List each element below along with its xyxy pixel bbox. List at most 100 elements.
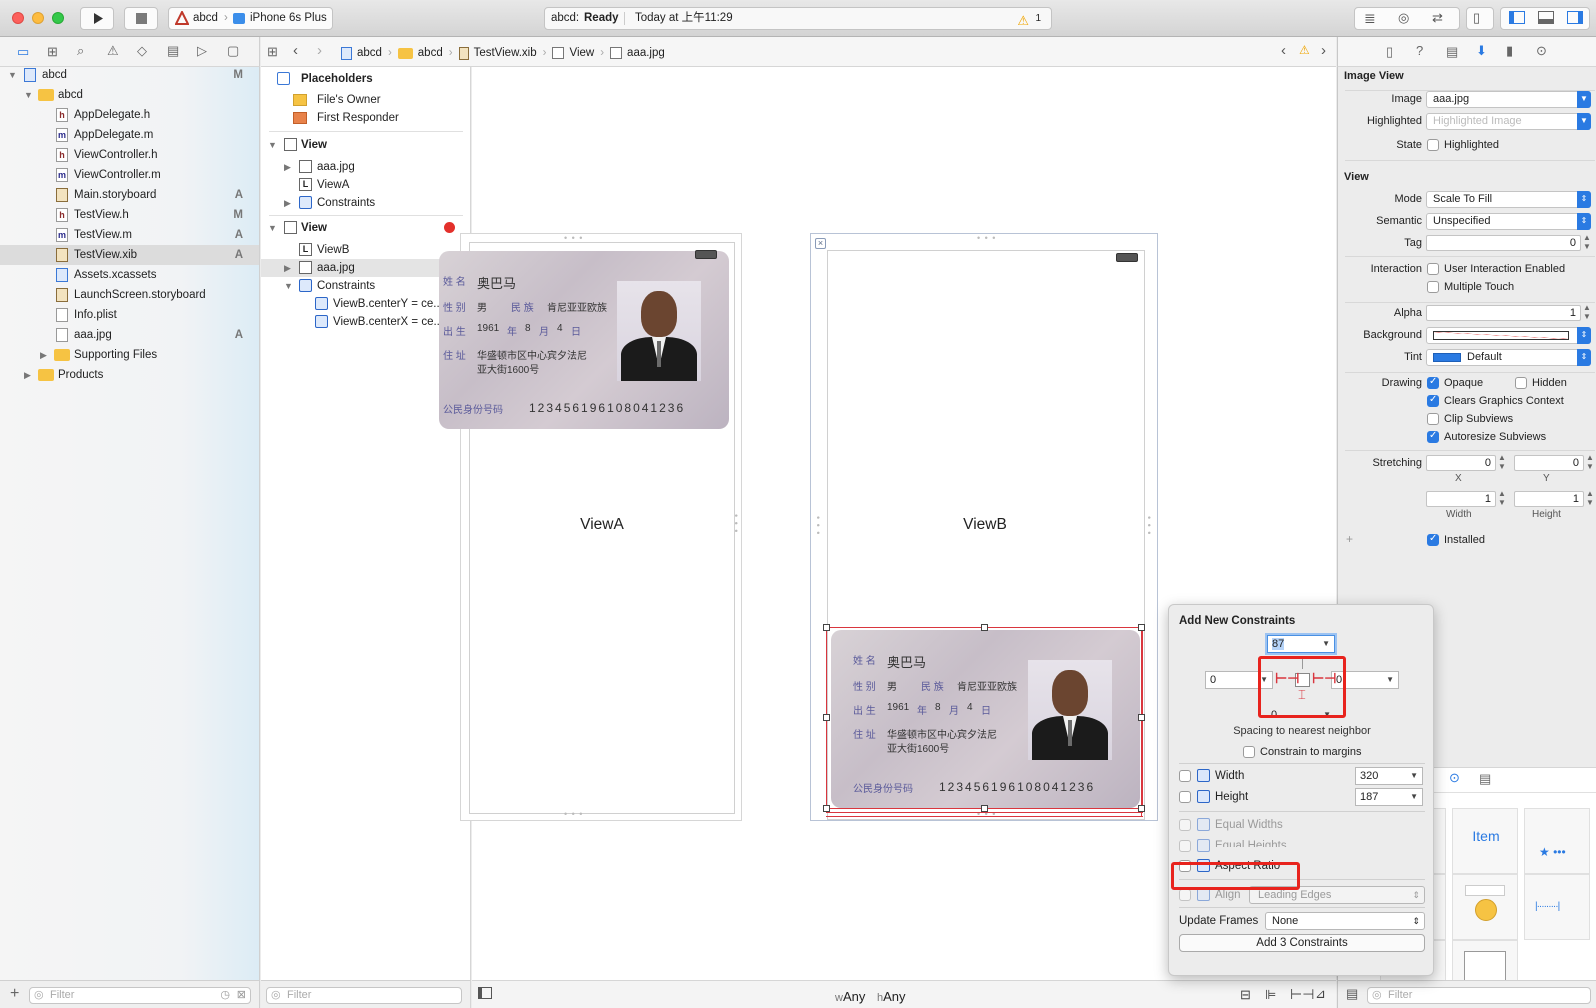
update-frames-popup[interactable]: None ⇕ [1265, 912, 1425, 930]
warning-count[interactable]: 1 [1035, 8, 1041, 29]
test-navigator-icon[interactable]: ◇ [137, 43, 147, 59]
highlighted-image-combo[interactable]: Highlighted Image ▼ [1426, 113, 1591, 130]
library-flexible-space[interactable]: |·········| [1524, 874, 1590, 940]
align-checkbox[interactable] [1179, 889, 1191, 901]
navigator-item-products[interactable]: ▶ Products [0, 365, 259, 385]
chevron-down-icon[interactable]: ▼ [1410, 789, 1418, 805]
add-icon[interactable]: + [10, 985, 19, 1003]
view-b-label[interactable]: ViewB [811, 516, 1159, 534]
outline-view-b[interactable]: ▼ View [261, 219, 470, 237]
connections-inspector-icon[interactable]: ⊙ [1536, 43, 1547, 59]
assistant-editor-icon[interactable]: ◎ [1398, 10, 1409, 26]
navigator-item-abcd[interactable]: ▼ abcd M [0, 65, 259, 85]
height-checkbox[interactable] [1179, 791, 1191, 803]
width-checkbox[interactable] [1179, 770, 1191, 782]
next-issue-icon[interactable]: › [1321, 42, 1326, 59]
version-editor-icon[interactable]: ⇄ [1432, 10, 1443, 26]
constrain-to-margins-checkbox[interactable] [1243, 746, 1255, 758]
navigator-item-testview-h[interactable]: h TestView.h M [0, 205, 259, 225]
issue-navigator-icon[interactable]: ⚠ [107, 43, 119, 59]
file-inspector-icon[interactable]: ▯ [1386, 44, 1393, 60]
forward-icon[interactable]: › [317, 42, 322, 59]
disclosure-closed-icon[interactable]: ▶ [24, 365, 31, 385]
disclosure-closed-icon[interactable]: ▶ [40, 345, 47, 365]
library-search-bar[interactable] [1452, 874, 1518, 940]
media-library-icon[interactable]: ▤ [1479, 771, 1491, 787]
disclosure-open-icon[interactable]: ▼ [268, 219, 277, 237]
crumb-project[interactable]: abcd [357, 47, 382, 59]
chevron-down-icon[interactable]: ▼ [1386, 672, 1394, 688]
stretch-y-field[interactable]: 0 [1514, 455, 1584, 471]
outline-toggle-icon[interactable] [478, 987, 492, 999]
clears-graphics-context-checkbox[interactable] [1427, 394, 1439, 407]
resize-handle[interactable] [823, 714, 830, 721]
navigator-item-testview-xib[interactable]: TestView.xib A [0, 245, 259, 265]
stretch-height-field[interactable]: 1 [1514, 491, 1584, 507]
resize-handle[interactable] [1138, 714, 1145, 721]
stretch-height-stepper[interactable]: ▲ ▼ [1586, 489, 1594, 507]
outline-view-a[interactable]: ▼ View [261, 136, 470, 154]
scene-close-icon[interactable]: × [815, 238, 826, 249]
size-inspector-icon[interactable]: ▮ [1506, 43, 1513, 59]
library-bar-button-item[interactable]: Item [1452, 808, 1518, 874]
view-a-label[interactable]: ViewA [461, 516, 743, 534]
background-color-well[interactable]: ⇕ [1426, 327, 1591, 344]
debug-toggle-button[interactable]: ▯ [1466, 7, 1494, 30]
outline-files-owner[interactable]: File's Owner [261, 91, 470, 109]
navigator-item-viewcontroller-h[interactable]: h ViewController.h [0, 145, 259, 165]
chevron-down-icon[interactable]: ▼ [1322, 636, 1330, 652]
align-icon[interactable]: ⊫ [1265, 987, 1276, 1003]
view-a-scene[interactable]: • • • • • • • • • 姓 名奥巴马性 别男民 族肯尼亚亚欧族出 生… [439, 233, 743, 821]
semantic-popup[interactable]: Unspecified ⇕ [1426, 213, 1591, 230]
pin-icon[interactable]: ⊢⊣ [1290, 986, 1314, 1003]
close-window-button[interactable] [12, 12, 24, 24]
height-value-field[interactable]: 187 ▼ [1355, 788, 1423, 806]
symbol-navigator-icon[interactable]: ⊞ [47, 44, 58, 60]
resize-handle[interactable] [981, 624, 988, 631]
debug-area-toggle-icon[interactable] [1538, 11, 1554, 24]
stretch-width-field[interactable]: 1 [1426, 491, 1496, 507]
standard-editor-icon[interactable]: ≣ [1364, 10, 1376, 27]
navigator-item-viewcontroller-m[interactable]: m ViewController.m [0, 165, 259, 185]
navigator-item-info-plist[interactable]: Info.plist [0, 305, 259, 325]
width-value-field[interactable]: 320 ▼ [1355, 767, 1423, 785]
stretch-x-stepper[interactable]: ▲ ▼ [1498, 453, 1506, 471]
error-icon[interactable] [444, 222, 455, 233]
utilities-toggle-icon[interactable] [1567, 11, 1583, 24]
disclosure-open-icon[interactable]: ▼ [8, 65, 17, 85]
selected-image-view[interactable]: 姓 名奥巴马性 别男 民 族 肯尼亚亚欧族出 生 1961 年 8 月 4 日住 址华盛顿市区中… [823, 624, 1145, 817]
related-items-icon[interactable]: ⊞ [267, 44, 278, 60]
breakpoint-navigator-icon[interactable]: ▷ [197, 43, 207, 59]
disclosure-closed-icon[interactable]: ▶ [284, 259, 291, 277]
outline-first-responder[interactable]: First Responder [261, 109, 470, 127]
navigator-item-assets-xcassets[interactable]: Assets.xcassets [0, 265, 259, 285]
outline-view-a-label[interactable]: L ViewA [261, 176, 470, 194]
tag-field[interactable]: 0 [1426, 235, 1581, 251]
navigator-toggle-icon[interactable] [1509, 11, 1525, 24]
clip-subviews-checkbox[interactable] [1427, 413, 1439, 425]
image-combo[interactable]: aaa.jpg ▼ [1426, 91, 1591, 108]
project-navigator-icon[interactable]: ▭ [17, 44, 29, 60]
resize-handle[interactable] [1138, 624, 1145, 631]
outline-view-a-image[interactable]: ▶ aaa.jpg [261, 158, 470, 176]
disclosure-closed-icon[interactable]: ▶ [284, 158, 291, 176]
library-tab-bar-item[interactable]: ★ ••• [1524, 808, 1590, 874]
chevron-down-icon[interactable]: ▼ [1577, 91, 1591, 108]
view-b-scene[interactable]: × • • • • • • • • • • • • ViewB 姓 名奥巴马性 … [810, 233, 1158, 821]
stretch-x-field[interactable]: 0 [1426, 455, 1496, 471]
resize-handle[interactable] [981, 805, 988, 812]
opaque-checkbox[interactable] [1427, 376, 1439, 389]
equal-widths-checkbox[interactable] [1179, 819, 1191, 831]
id-card-image-b[interactable]: 姓 名奥巴马性 别男 民 族 肯尼亚亚欧族出 生 1961 年 8 月 4 日住 址华盛顿市区中… [831, 630, 1140, 808]
stack-icon[interactable]: ⊟ [1240, 987, 1251, 1003]
chevron-down-icon[interactable]: ▼ [1577, 113, 1591, 130]
find-navigator-icon[interactable]: ⌕ [77, 43, 84, 59]
stretch-y-stepper[interactable]: ▲ ▼ [1586, 453, 1594, 471]
debug-navigator-icon[interactable]: ▤ [167, 43, 179, 59]
tag-stepper[interactable]: ▲ ▼ [1583, 233, 1591, 251]
recent-files-icon[interactable]: ◷ [220, 988, 230, 1001]
navigator-item-launchscreen-storyboard[interactable]: LaunchScreen.storyboard [0, 285, 259, 305]
minimize-window-button[interactable] [32, 12, 44, 24]
disclosure-open-icon[interactable]: ▼ [24, 85, 33, 105]
crumb-view[interactable]: View [569, 47, 594, 59]
